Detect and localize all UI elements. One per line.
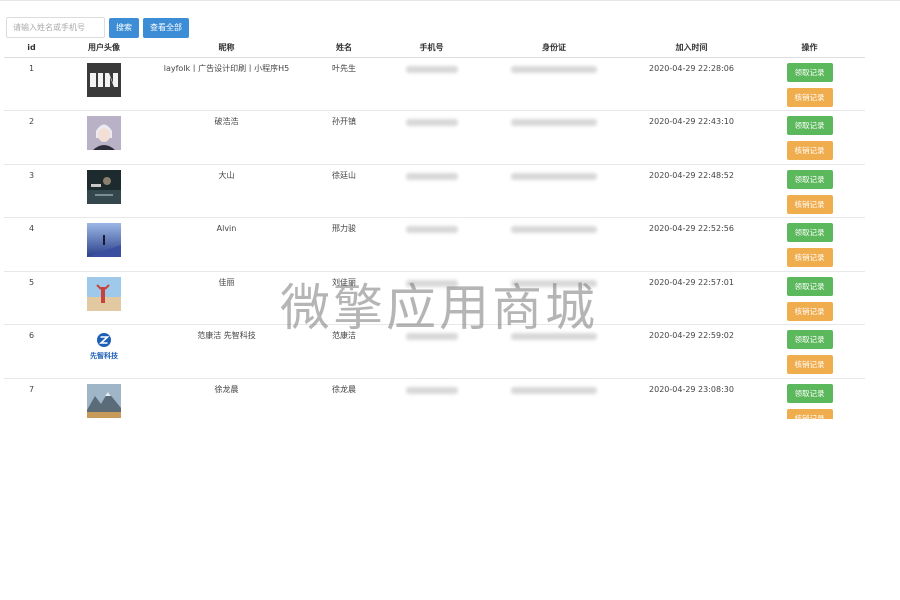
row-phone-blurred xyxy=(384,377,479,419)
top-divider xyxy=(0,0,900,1)
users-table-container: id 用户头像 昵称 姓名 手机号 身份证 加入时间 操作 1 layfolk丨… xyxy=(4,39,865,419)
receive-record-button[interactable]: 领取记录 xyxy=(786,169,833,189)
user-avatar xyxy=(87,383,121,418)
table-row: 3 大山 徐廷山 2020-04-29 22:48:52 领取记录 核销记录 xyxy=(4,163,865,218)
row-idcard-blurred xyxy=(479,57,629,111)
row-join-time: 2020-04-29 23:08:30 xyxy=(629,377,754,419)
verify-record-button[interactable]: 核销记录 xyxy=(786,355,833,374)
receive-record-button[interactable]: 领取记录 xyxy=(786,276,833,296)
row-id: 1 xyxy=(28,63,35,73)
view-all-button[interactable]: 查看全部 xyxy=(143,17,189,38)
row-idcard-blurred xyxy=(479,377,629,419)
search-button[interactable]: 搜索 xyxy=(109,17,139,38)
table-row: 4 Alvin 邢力骏 2020-04-29 22:52:56 领取记录 核销记… xyxy=(4,217,865,271)
row-idcard-blurred xyxy=(479,217,629,271)
row-phone-blurred xyxy=(384,270,479,325)
row-nickname: 徐龙晨 xyxy=(149,377,304,419)
header-id: id xyxy=(4,39,59,58)
user-avatar xyxy=(87,223,121,257)
receive-record-button[interactable]: 领取记录 xyxy=(786,223,833,242)
row-id: 7 xyxy=(4,377,59,419)
row-join-time: 2020-04-29 22:28:06 xyxy=(649,63,734,73)
row-idcard-blurred xyxy=(479,110,629,164)
user-avatar xyxy=(87,276,121,311)
header-avatar: 用户头像 xyxy=(59,39,149,58)
row-phone-blurred xyxy=(384,110,479,164)
row-nickname: 范康洁 先智科技 xyxy=(149,324,304,378)
table-header-row: id 用户头像 昵称 姓名 手机号 身份证 加入时间 操作 xyxy=(4,39,865,58)
row-idcard-blurred xyxy=(479,270,629,325)
row-name: 叶先生 xyxy=(332,63,356,73)
user-avatar xyxy=(87,62,121,97)
receive-record-button[interactable]: 领取记录 xyxy=(786,383,833,403)
receive-record-button[interactable]: 领取记录 xyxy=(786,116,833,135)
users-table: id 用户头像 昵称 姓名 手机号 身份证 加入时间 操作 1 layfolk丨… xyxy=(4,39,865,419)
row-phone-blurred xyxy=(384,217,479,271)
verify-record-button[interactable]: 核销记录 xyxy=(786,248,833,267)
row-name: 徐廷山 xyxy=(304,163,384,218)
row-id: 4 xyxy=(4,217,59,271)
row-join-time: 2020-04-29 22:57:01 xyxy=(629,270,754,325)
user-avatar xyxy=(87,116,121,150)
verify-record-button[interactable]: 核销记录 xyxy=(786,87,833,107)
user-avatar xyxy=(87,169,121,204)
verify-record-button[interactable]: 核销记录 xyxy=(786,301,833,321)
row-name: 孙开镇 xyxy=(304,110,384,164)
table-row: 7 徐龙晨 徐龙晨 2020-04-29 23:08:30 领取记录 核销记录 xyxy=(4,377,865,419)
header-idcard: 身份证 xyxy=(479,39,629,58)
table-row: 2 破浩浩 孙开镇 2020-04-29 22:43:10 领取记录 核销记录 xyxy=(4,110,865,164)
row-join-time: 2020-04-29 22:52:56 xyxy=(629,217,754,271)
row-idcard-blurred xyxy=(479,324,629,378)
row-id: 3 xyxy=(4,163,59,218)
row-nickname: 破浩浩 xyxy=(149,110,304,164)
receive-record-button[interactable]: 领取记录 xyxy=(786,62,833,82)
header-actions: 操作 xyxy=(754,39,865,58)
row-phone-blurred xyxy=(384,57,479,111)
row-join-time: 2020-04-29 22:59:02 xyxy=(629,324,754,378)
row-nickname: Alvin xyxy=(149,217,304,271)
table-row: 5 佳丽 刘佳丽 2020-04-29 22:57:01 领取记录 核销记录 xyxy=(4,270,865,325)
row-join-time: 2020-04-29 22:48:52 xyxy=(629,163,754,218)
verify-record-button[interactable]: 核销记录 xyxy=(786,194,833,214)
row-name: 刘佳丽 xyxy=(304,270,384,325)
user-avatar: 先智科技 xyxy=(87,330,121,364)
header-name: 姓名 xyxy=(304,39,384,58)
search-toolbar: 搜索 查看全部 xyxy=(6,17,189,38)
table-row: 1 layfolk丨广告设计印刷丨小程序H5 叶先生 2020-04-29 22… xyxy=(4,57,865,111)
row-nickname: layfolk丨广告设计印刷丨小程序H5 xyxy=(163,63,290,73)
row-name: 范康洁 xyxy=(304,324,384,378)
row-name: 邢力骏 xyxy=(304,217,384,271)
row-phone-blurred xyxy=(384,324,479,378)
verify-record-button[interactable]: 核销记录 xyxy=(786,141,833,160)
search-input[interactable] xyxy=(6,17,105,38)
row-join-time: 2020-04-29 22:43:10 xyxy=(629,110,754,164)
verify-record-button[interactable]: 核销记录 xyxy=(786,408,833,419)
row-phone-blurred xyxy=(384,163,479,218)
row-name: 徐龙晨 xyxy=(304,377,384,419)
row-nickname: 大山 xyxy=(149,163,304,218)
receive-record-button[interactable]: 领取记录 xyxy=(786,330,833,349)
row-id: 6 xyxy=(4,324,59,378)
row-idcard-blurred xyxy=(479,163,629,218)
header-join-time: 加入时间 xyxy=(629,39,754,58)
avatar-logo-text: 先智科技 xyxy=(90,351,119,360)
header-nickname: 昵称 xyxy=(149,39,304,58)
table-row: 6 先智科技 范康洁 先智科技 范康洁 2020-04-29 22:59:02 … xyxy=(4,324,865,378)
header-phone: 手机号 xyxy=(384,39,479,58)
row-nickname: 佳丽 xyxy=(149,270,304,325)
row-id: 5 xyxy=(4,270,59,325)
row-id: 2 xyxy=(4,110,59,164)
